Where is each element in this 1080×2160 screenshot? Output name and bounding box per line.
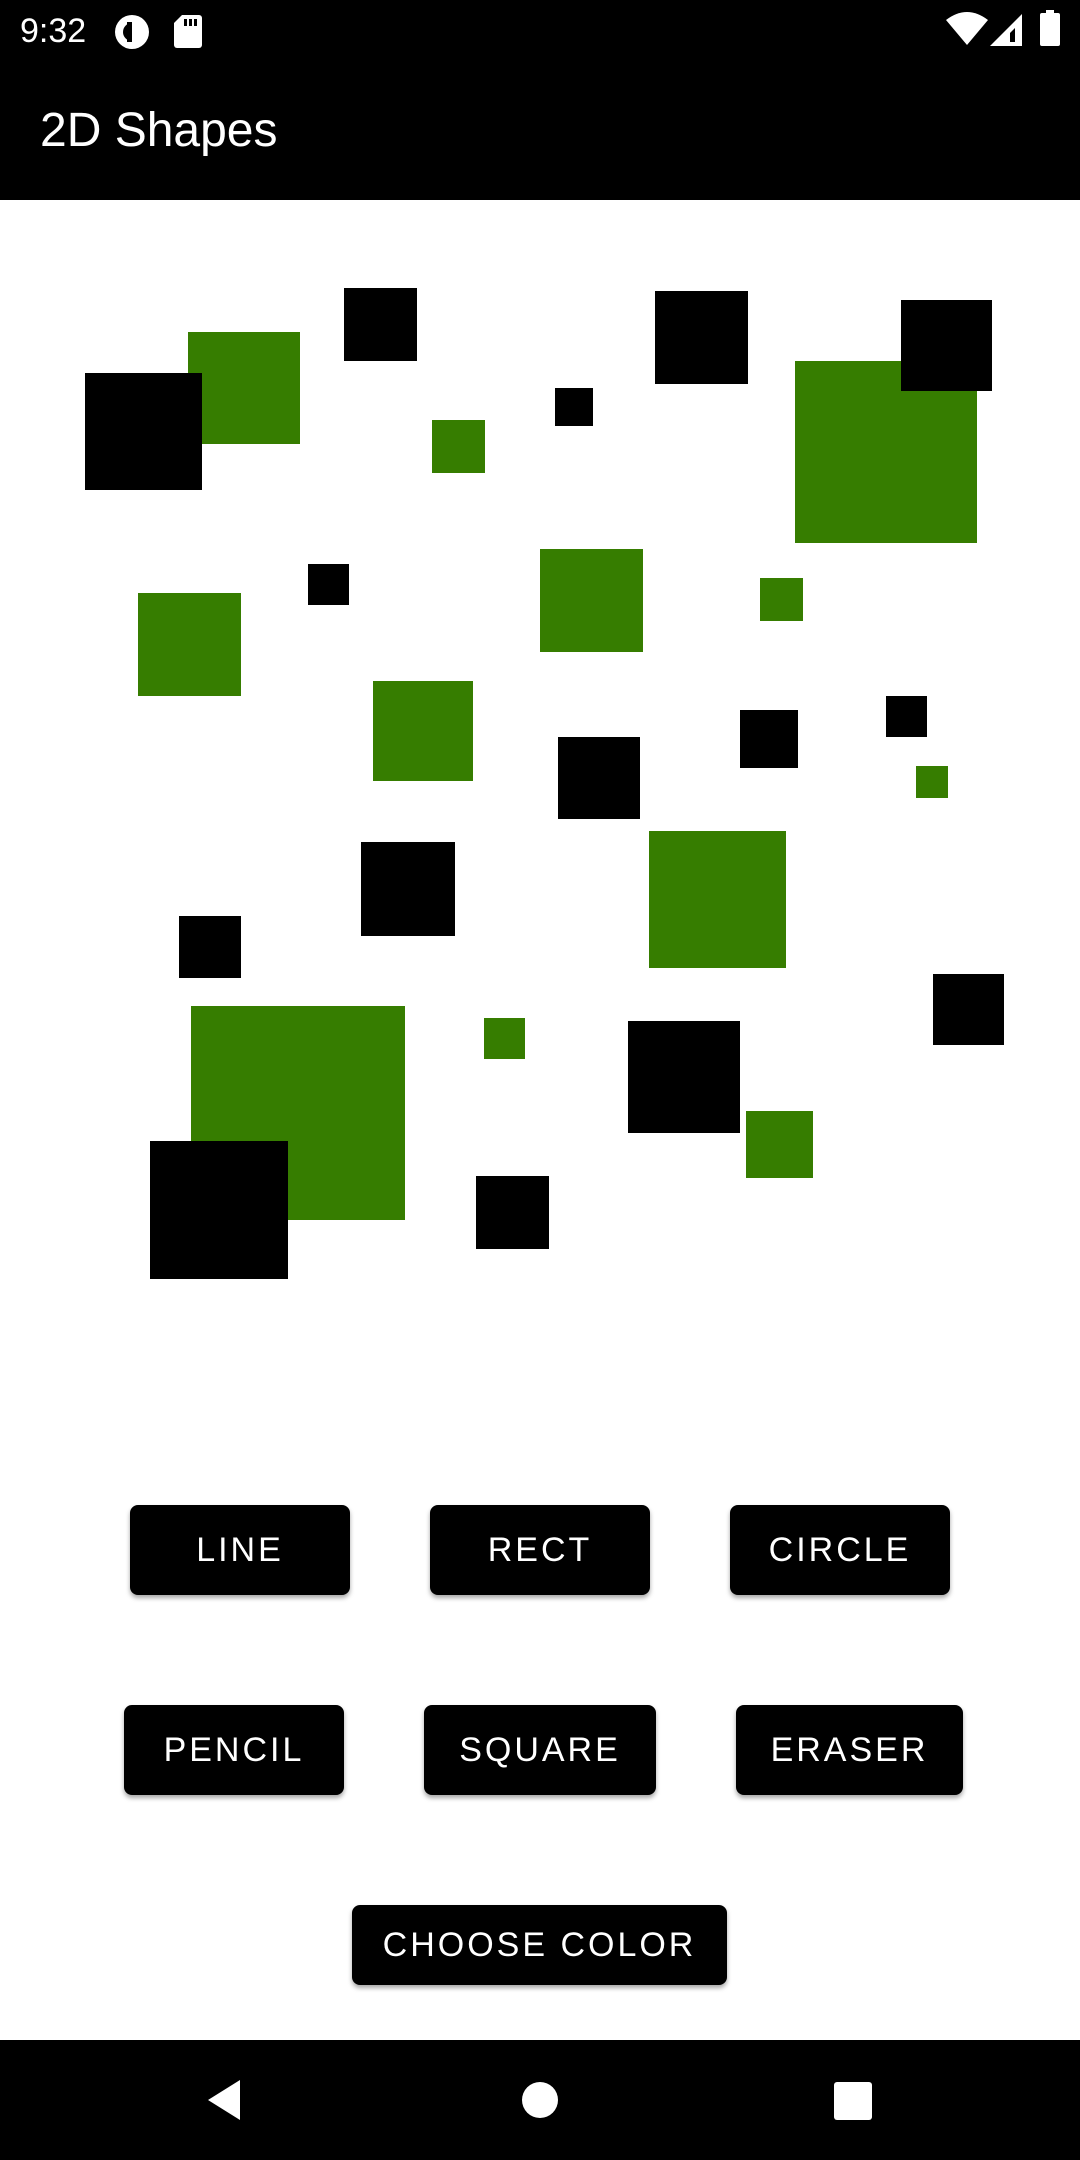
wifi-icon	[946, 12, 988, 46]
black-square-shape	[85, 373, 202, 490]
green-square-shape	[746, 1111, 813, 1178]
black-square-shape	[628, 1021, 740, 1133]
black-square-shape	[933, 974, 1004, 1045]
black-square-shape	[901, 300, 992, 391]
square-button[interactable]: SQUARE	[424, 1705, 656, 1795]
black-square-shape	[150, 1141, 288, 1279]
black-square-shape	[179, 916, 241, 978]
pencil-button[interactable]: PENCIL	[124, 1705, 344, 1795]
green-square-shape	[188, 332, 300, 444]
green-square-shape	[484, 1018, 525, 1059]
app-bar: 2D Shapes	[0, 63, 1080, 200]
black-square-shape	[886, 696, 927, 737]
drawing-canvas[interactable]	[0, 200, 1080, 1420]
black-square-shape	[655, 291, 748, 384]
app-title: 2D Shapes	[40, 104, 278, 157]
green-square-shape	[540, 549, 643, 652]
black-square-shape	[308, 564, 349, 605]
navigation-bar	[0, 2040, 1080, 2160]
eraser-button[interactable]: ERASER	[736, 1705, 963, 1795]
sd-card-icon	[174, 14, 202, 48]
black-square-shape	[740, 710, 798, 768]
pocket-casts-icon	[114, 14, 150, 50]
battery-icon	[1040, 10, 1060, 46]
black-square-shape	[344, 288, 417, 361]
black-square-shape	[476, 1176, 549, 1249]
canvas-svg	[85, 288, 1004, 1279]
line-button[interactable]: LINE	[130, 1505, 350, 1595]
green-square-shape	[916, 766, 948, 798]
black-square-shape	[555, 388, 593, 426]
green-square-shape	[432, 420, 485, 473]
recents-icon[interactable]	[822, 2070, 882, 2130]
black-square-shape	[361, 842, 455, 936]
green-square-shape	[373, 681, 473, 781]
status-bar: 9:32	[0, 0, 1080, 63]
back-icon[interactable]	[196, 2070, 256, 2130]
choose-color-button[interactable]: CHOOSE COLOR	[352, 1905, 727, 1985]
screen: 9:32 2D Shapes LINE RECT CIRCLE PENCIL S…	[0, 0, 1080, 2160]
home-icon[interactable]	[510, 2070, 570, 2130]
black-square-shape	[558, 737, 640, 819]
green-square-shape	[649, 831, 786, 968]
cellular-signal-icon	[990, 14, 1022, 46]
green-square-shape	[760, 578, 803, 621]
circle-button[interactable]: CIRCLE	[730, 1505, 950, 1595]
green-square-shape	[138, 593, 241, 696]
rect-button[interactable]: RECT	[430, 1505, 650, 1595]
status-time: 9:32	[20, 12, 87, 50]
